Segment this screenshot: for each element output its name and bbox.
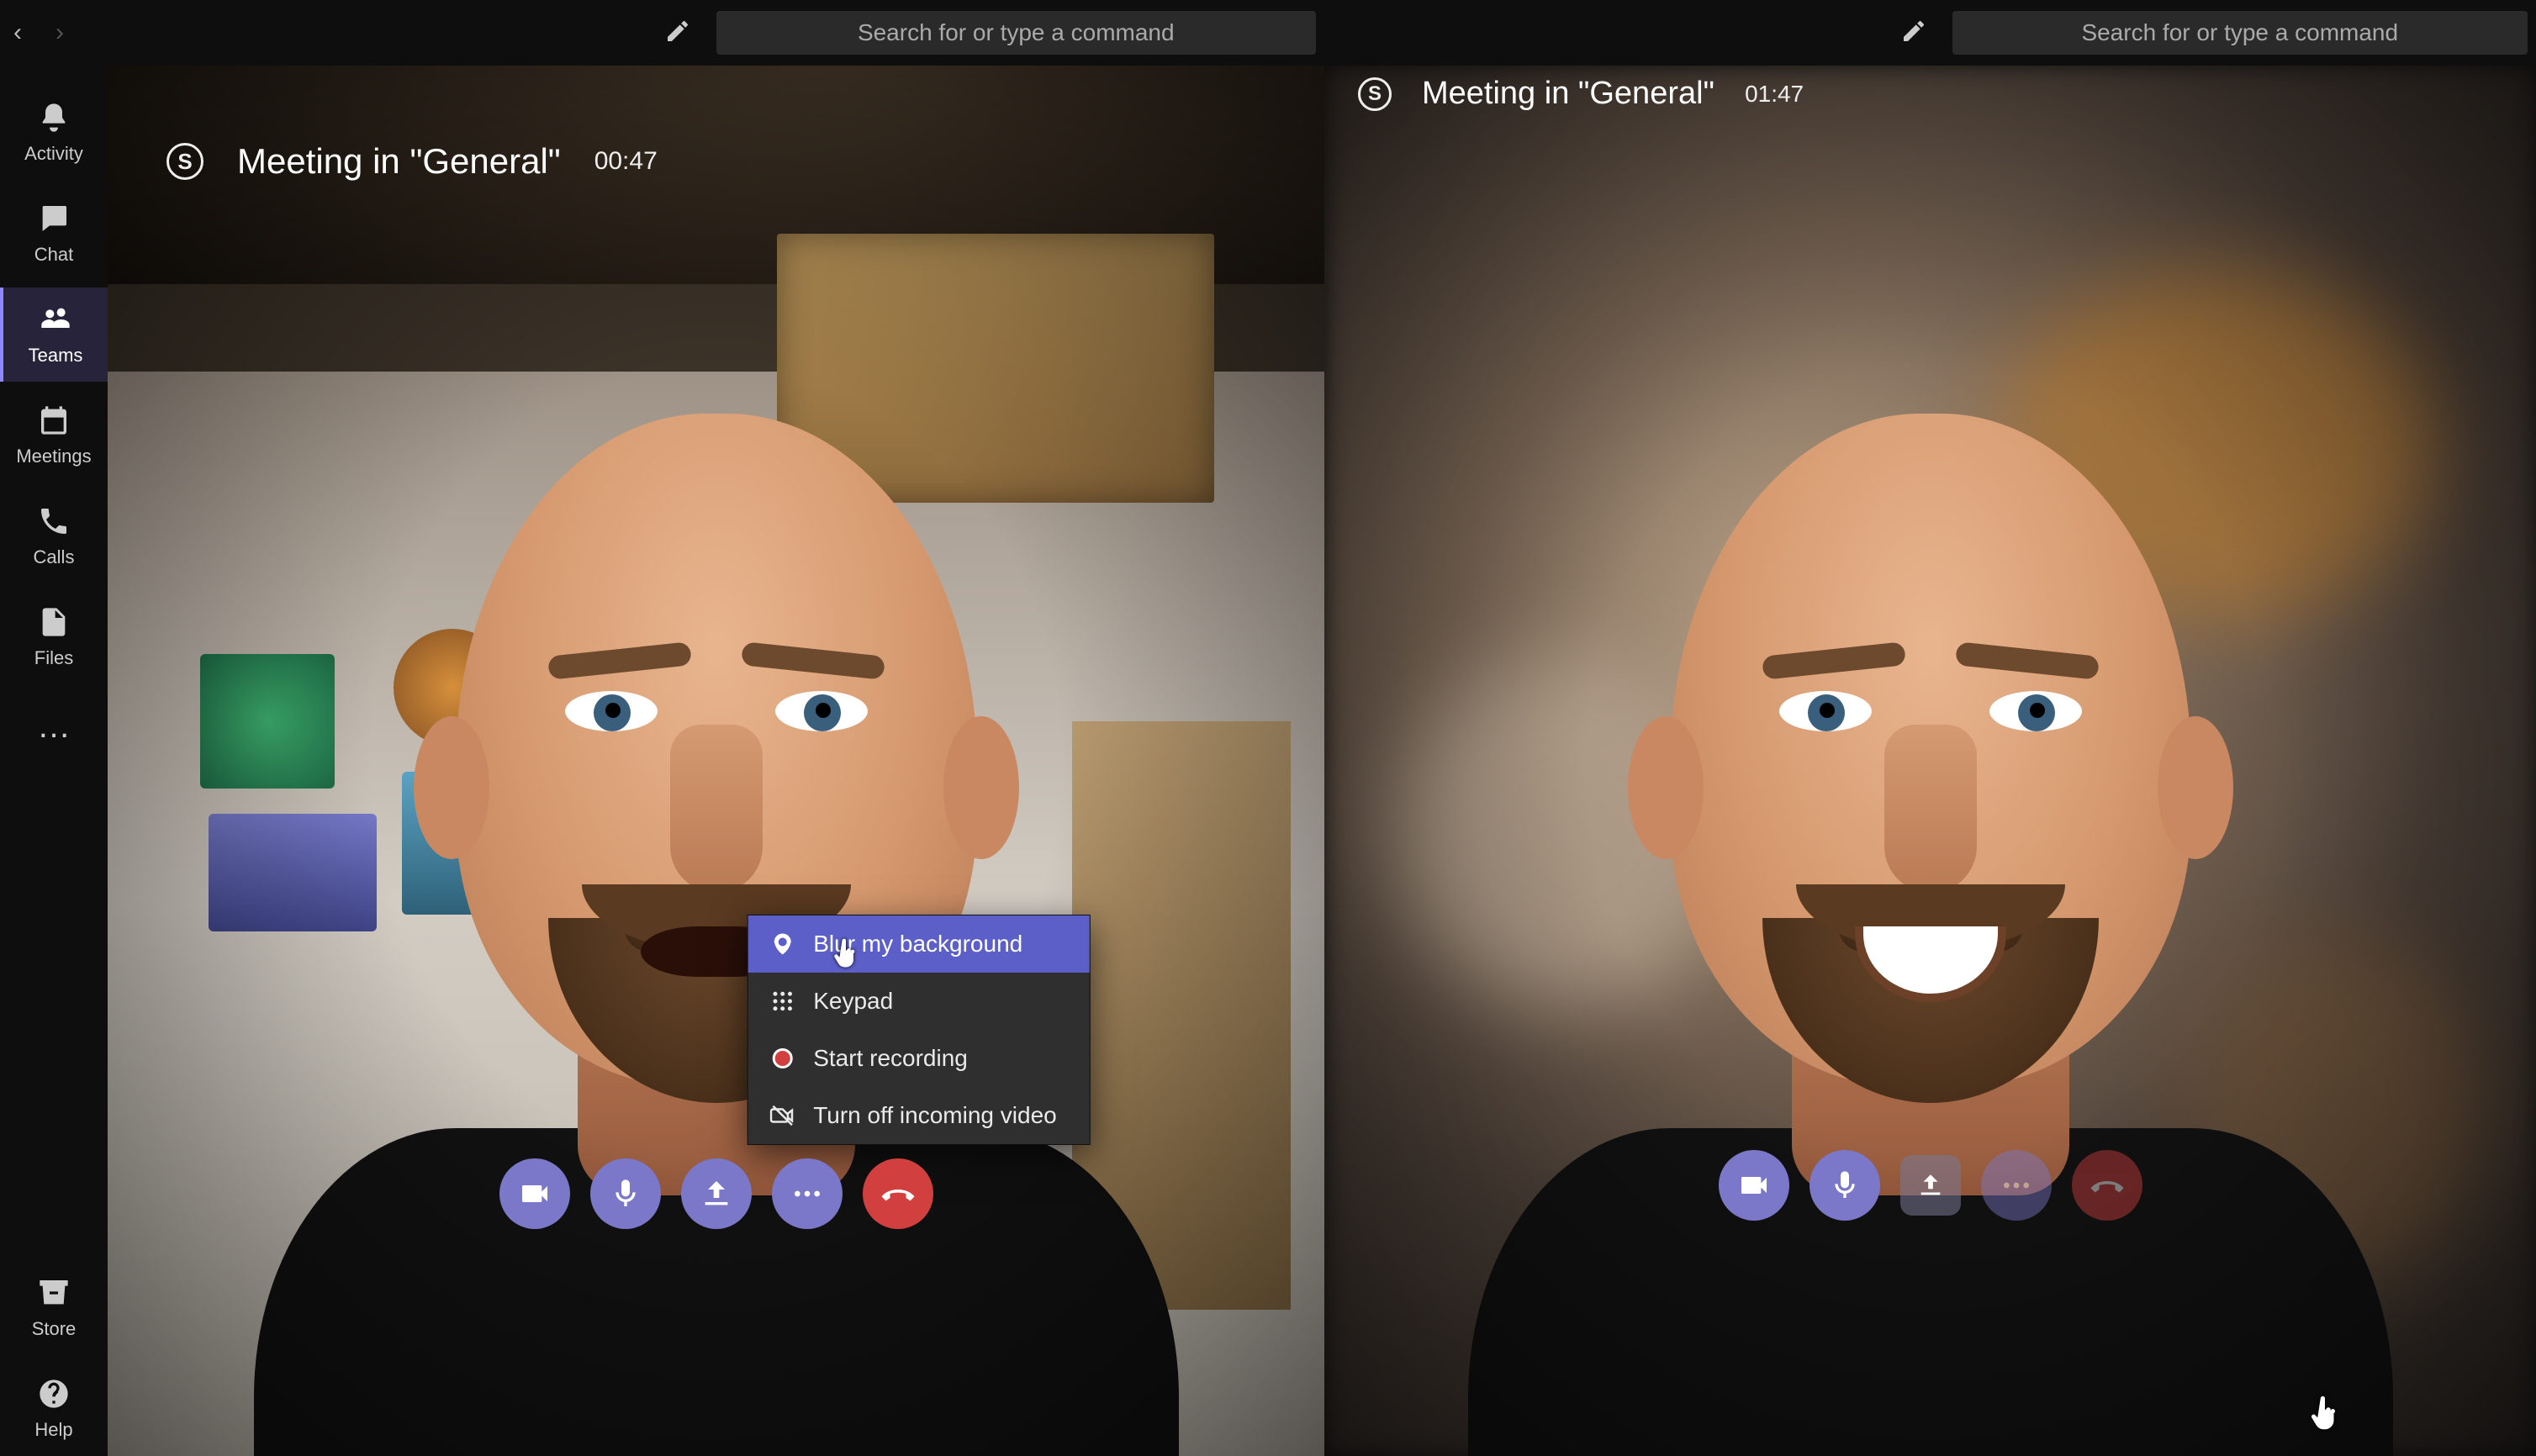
menu-turn-off-incoming-video[interactable]: Turn off incoming video [748, 1087, 1089, 1144]
rail-chat[interactable]: Chat [0, 187, 108, 281]
call-controls [1719, 1150, 2142, 1221]
hangup-button[interactable] [863, 1158, 933, 1229]
meeting-elapsed: 00:47 [594, 147, 658, 176]
teams-icon [39, 303, 72, 336]
meeting-header: S Meeting in "General" 00:47 [166, 141, 658, 182]
call-stage-left: S Meeting in "General" 00:47 Blur my bac… [108, 66, 1324, 1456]
rail-label: Help [34, 1419, 72, 1441]
skype-icon: S [166, 143, 203, 180]
skype-icon: S [1358, 77, 1392, 111]
rail-meetings[interactable]: Meetings [0, 388, 108, 483]
search-placeholder: Search for or type a command [2081, 19, 2398, 46]
keypad-icon [769, 989, 795, 1014]
cursor-icon [2307, 1395, 2343, 1431]
rail-overflow-icon[interactable]: … [37, 691, 71, 762]
menu-blur-background[interactable]: Blur my background [748, 915, 1089, 973]
help-icon [37, 1377, 71, 1411]
window-right: Search for or type a command [1324, 0, 2536, 1456]
rail-label: Teams [29, 345, 83, 367]
nav-forward-icon[interactable]: › [55, 18, 64, 47]
meeting-title: Meeting in "General" [237, 141, 561, 182]
body-row: Activity Chat Teams Meetings Calls [0, 66, 1324, 1456]
blur-icon [769, 931, 795, 957]
window-left: ‹ › Search for or type a command Activit… [0, 0, 1324, 1456]
meeting-title: Meeting in "General" [1422, 76, 1714, 112]
share-button[interactable] [1900, 1155, 1961, 1216]
record-icon [769, 1046, 795, 1071]
calendar-icon [37, 404, 71, 437]
menu-label: Turn off incoming video [813, 1102, 1057, 1129]
nav-buttons: ‹ › [13, 18, 64, 47]
video-off-icon [769, 1103, 795, 1128]
rail-activity[interactable]: Activity [0, 86, 108, 180]
compose-icon[interactable] [664, 18, 691, 49]
meeting-header: S Meeting in "General" 01:47 [1358, 76, 1804, 112]
file-icon [37, 605, 71, 639]
rail-label: Chat [34, 244, 73, 266]
rail-label: Files [34, 647, 73, 669]
video-feed-left [108, 66, 1324, 1456]
more-actions-menu: Blur my background Keypad Start recordin… [747, 915, 1090, 1145]
call-stage-right: S Meeting in "General" 01:47 [1324, 66, 2536, 1456]
search-placeholder: Search for or type a command [858, 19, 1175, 46]
bell-icon [37, 101, 71, 135]
more-actions-button[interactable] [772, 1158, 843, 1229]
menu-keypad[interactable]: Keypad [748, 973, 1089, 1030]
rail-label: Meetings [16, 446, 91, 467]
meeting-elapsed: 01:47 [1745, 81, 1804, 108]
rail-calls[interactable]: Calls [0, 489, 108, 583]
search-input[interactable]: Search for or type a command [1952, 11, 2528, 55]
rail-teams[interactable]: Teams [0, 288, 108, 382]
rail-store[interactable]: Store [0, 1261, 108, 1355]
menu-label: Keypad [813, 988, 893, 1015]
compose-icon[interactable] [1900, 18, 1927, 49]
camera-button[interactable] [1719, 1150, 1789, 1221]
app-rail: Activity Chat Teams Meetings Calls [0, 66, 108, 1456]
titlebar: ‹ › Search for or type a command [0, 0, 1324, 66]
camera-button[interactable] [499, 1158, 570, 1229]
store-icon [37, 1276, 71, 1310]
rail-label: Activity [24, 143, 83, 165]
menu-label: Start recording [813, 1045, 968, 1072]
search-input[interactable]: Search for or type a command [716, 11, 1317, 55]
call-controls [499, 1158, 933, 1229]
cursor-icon [831, 938, 861, 968]
hangup-button[interactable] [2072, 1150, 2142, 1221]
rail-files[interactable]: Files [0, 590, 108, 684]
rail-label: Store [32, 1318, 77, 1340]
mic-button[interactable] [1810, 1150, 1880, 1221]
phone-icon [37, 504, 71, 538]
nav-back-icon[interactable]: ‹ [13, 18, 22, 47]
root: ‹ › Search for or type a command Activit… [0, 0, 2536, 1456]
rail-label: Calls [34, 546, 75, 568]
menu-start-recording[interactable]: Start recording [748, 1030, 1089, 1087]
share-button[interactable] [681, 1158, 752, 1229]
more-actions-button[interactable] [1981, 1150, 2052, 1221]
titlebar-right: Search for or type a command [1324, 0, 2536, 66]
mic-button[interactable] [590, 1158, 661, 1229]
rail-help[interactable]: Help [0, 1362, 108, 1456]
chat-icon [37, 202, 71, 235]
